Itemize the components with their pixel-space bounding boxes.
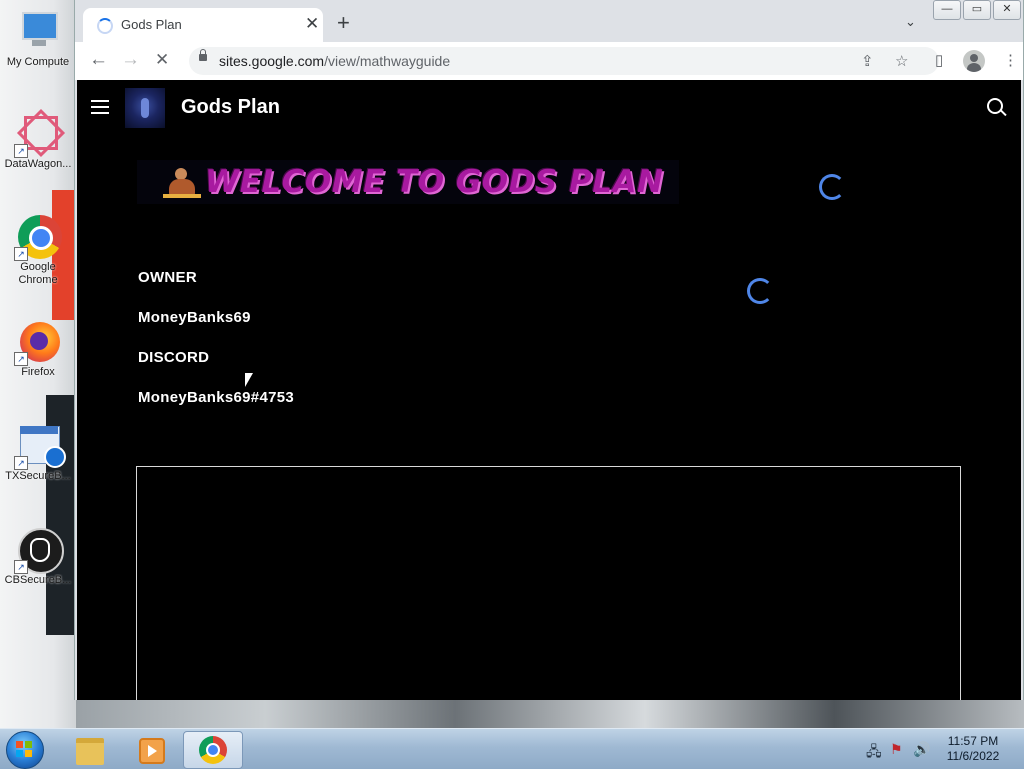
txsecure-icon: ↗	[14, 424, 66, 470]
tab-close-icon[interactable]: ✕	[305, 15, 319, 33]
computer-icon	[16, 10, 60, 54]
side-panel-icon[interactable]: ▯	[935, 51, 943, 69]
volume-icon[interactable]: 🔊	[913, 741, 930, 758]
browser-toolbar: ← → ✕ sites.google.com/view/mathwayguide…	[75, 42, 1023, 80]
taskbar-file-explorer[interactable]	[60, 731, 118, 767]
cbsecure-icon: ↗	[14, 528, 64, 574]
shortcut-arrow-icon: ↗	[14, 456, 28, 470]
tab-search-icon[interactable]: ⌄	[905, 14, 916, 30]
close-window-button[interactable]: ✕	[993, 0, 1021, 20]
browser-window: Gods Plan ✕ + ⌄ — ▭ ✕ ← → ✕ sites.google…	[74, 0, 1024, 700]
desktop-icon-txsecure[interactable]: ↗ TXSecureB...	[0, 424, 76, 483]
shortcut-arrow-icon: ↗	[14, 560, 28, 574]
chrome-icon: ↗	[14, 215, 62, 261]
taskbar-media-player[interactable]	[120, 731, 178, 767]
forward-button[interactable]: →	[121, 50, 140, 70]
desktop-icon-label: TXSecureB...	[5, 470, 71, 482]
url-text[interactable]: sites.google.com/view/mathwayguide	[219, 53, 450, 69]
action-center-flag-icon[interactable]: ⚑	[890, 741, 903, 758]
shortcut-arrow-icon: ↗	[14, 144, 28, 158]
loading-spinner-icon	[747, 278, 773, 304]
web-page: Gods Plan WELCOME TO GODS PLAN OWNER Mon…	[77, 80, 1021, 700]
owner-name: MoneyBanks69	[138, 309, 251, 326]
bookmark-star-icon[interactable]: ☆	[895, 52, 908, 70]
site-title[interactable]: Gods Plan	[181, 96, 280, 119]
new-tab-button[interactable]: +	[337, 12, 350, 34]
address-bar[interactable]: sites.google.com/view/mathwayguide ⇪ ☆	[189, 47, 939, 75]
taskbar: 🖧 ⚑ 🔊 11:57 PM 11/6/2022	[0, 728, 1024, 769]
maximize-button[interactable]: ▭	[963, 0, 991, 20]
desktop-icon-google-chrome[interactable]: ↗ Google Chrome	[0, 215, 76, 287]
desktop-icon-my-computer[interactable]: My Compute	[0, 10, 76, 69]
owner-heading: OWNER	[138, 269, 197, 286]
profile-avatar-icon[interactable]	[963, 50, 985, 72]
tab-gods-plan[interactable]: Gods Plan ✕	[83, 8, 323, 42]
clock-time: 11:57 PM	[947, 734, 999, 748]
embedded-content-frame[interactable]	[136, 466, 961, 700]
desktop-icon-label: My Compute	[6, 56, 70, 68]
desktop-icon-label: Google Chrome	[18, 261, 58, 286]
desktop-icon-label: CBSecureB...	[4, 574, 72, 586]
discord-heading: DISCORD	[138, 349, 210, 366]
loading-spinner-icon	[819, 174, 845, 200]
share-icon[interactable]: ⇪	[861, 52, 874, 70]
site-logo[interactable]	[125, 88, 165, 128]
tab-strip: Gods Plan ✕ + ⌄ — ▭ ✕	[75, 0, 1023, 42]
url-path: /view/mathwayguide	[324, 53, 451, 69]
firefox-icon: ↗	[14, 320, 60, 366]
hamburger-menu-icon[interactable]	[91, 100, 109, 114]
lock-icon	[199, 49, 207, 61]
shortcut-arrow-icon: ↗	[14, 247, 28, 261]
minimize-button[interactable]: —	[933, 0, 961, 20]
desktop-icon-firefox[interactable]: ↗ Firefox	[0, 320, 76, 379]
desktop-icon-cbsecure[interactable]: ↗ CBSecureB...	[0, 528, 76, 587]
url-host: sites.google.com	[219, 53, 325, 69]
datawagon-icon: ↗	[14, 108, 66, 158]
desktop-wallpaper-strip	[76, 698, 1024, 728]
network-icon[interactable]: 🖧	[866, 741, 882, 765]
media-player-icon	[139, 738, 165, 764]
shortcut-arrow-icon: ↗	[14, 352, 28, 366]
start-button[interactable]	[6, 731, 44, 769]
chrome-menu-icon[interactable]: ⋮	[1003, 51, 1018, 69]
search-icon[interactable]	[987, 98, 1003, 114]
clock-date: 11/6/2022	[946, 749, 1000, 763]
mouse-cursor-icon	[245, 373, 253, 387]
praying-figure-icon	[163, 168, 201, 198]
desktop-icon-label: Firefox	[21, 366, 55, 378]
banner-text: WELCOME TO GODS PLAN	[205, 164, 664, 200]
system-clock[interactable]: 11:57 PM 11/6/2022	[936, 734, 1010, 764]
welcome-banner: WELCOME TO GODS PLAN	[137, 160, 679, 204]
discord-tag: MoneyBanks69#4753	[138, 389, 295, 406]
stop-loading-button[interactable]: ✕	[155, 50, 169, 70]
tab-title: Gods Plan	[121, 17, 182, 32]
taskbar-chrome[interactable]	[183, 731, 243, 769]
desktop-icon-datawagon[interactable]: ↗ DataWagon...	[0, 108, 76, 171]
desktop-icon-label: DataWagon...	[4, 158, 72, 170]
window-controls: — ▭ ✕	[933, 0, 1023, 20]
folder-icon	[76, 738, 104, 765]
back-button[interactable]: ←	[89, 50, 108, 70]
tab-loading-icon	[97, 18, 113, 34]
chrome-icon	[199, 736, 227, 764]
